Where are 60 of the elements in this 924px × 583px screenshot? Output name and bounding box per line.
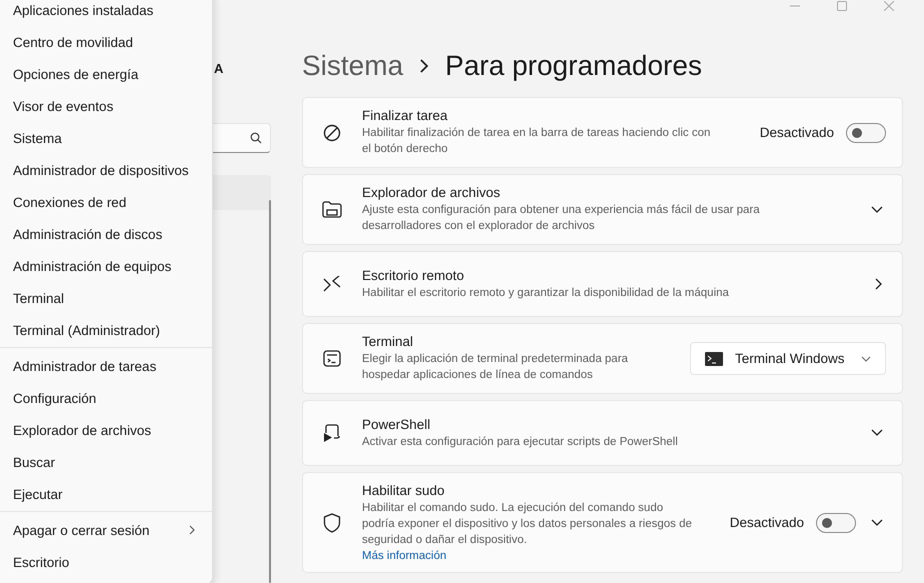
menu-item[interactable]: Administrador de dispositivos — [0, 154, 212, 186]
setting-title: Finalizar tarea — [362, 108, 449, 123]
setting-description: Habilitar el escritorio remoto y garantizar la disponibilidad de la máquina — [362, 286, 730, 300]
setting-title: Terminal — [362, 334, 414, 349]
setting-card[interactable]: Escritorio remoto Habilitar el escritorio remoto y garantizar la disponibilidad de la máquina — [302, 251, 903, 317]
menu-item[interactable]: Administración de equipos — [0, 250, 212, 282]
remote-arrows-icon — [323, 276, 341, 292]
setting-card[interactable]: Finalizar tarea Habilitar finalización de tarea en la barra de tareas haciendo clic con el botón derecho Desactivado — [302, 97, 903, 168]
setting-description: Activar esta configuración para ejecutar scripts de PowerShell — [362, 434, 679, 450]
scrollbar[interactable] — [269, 200, 271, 583]
menu-item[interactable]: Opciones de energía — [0, 58, 212, 90]
chevron-down-icon[interactable] — [871, 429, 883, 437]
menu-item[interactable]: Sistema — [0, 122, 212, 154]
menu-item[interactable]: Ejecutar — [0, 478, 212, 510]
toggle-switch[interactable] — [846, 122, 886, 142]
breadcrumb-item: Para programadores — [445, 50, 702, 82]
terminal-icon — [323, 350, 341, 367]
menu-item[interactable]: Aplicaciones instaladas — [0, 0, 212, 26]
menu-item[interactable]: Terminal (Administrador) — [0, 314, 212, 346]
menu-item[interactable]: Configuración — [0, 382, 212, 414]
menu-item[interactable]: Visor de eventos — [0, 90, 212, 122]
setting-description: Elegir la aplicación de terminal predeterminada para hospedar aplicaciones de línea de comandos — [362, 352, 629, 383]
breadcrumb-item[interactable]: Sistema — [302, 50, 404, 82]
terminal-dropdown[interactable]: Terminal Windows — [690, 342, 886, 375]
setting-title: Escritorio remoto — [362, 268, 466, 282]
powershell-icon — [322, 424, 342, 442]
caret-icon — [861, 356, 871, 362]
menu-item[interactable]: Terminal — [0, 282, 212, 314]
setting-title: Habilitar sudo — [362, 483, 446, 498]
menu-item[interactable]: Buscar — [0, 446, 212, 478]
shield-icon — [323, 512, 341, 532]
setting-title: Explorador de archivos — [362, 185, 502, 200]
more-info-link[interactable]: Más información — [362, 550, 446, 562]
menu-item[interactable]: Apagar o cerrar sesión — [0, 514, 212, 546]
menu-item[interactable]: Administración de discos — [0, 218, 212, 250]
setting-card[interactable]: PowerShell Activar esta configuración para ejecutar scripts de PowerShell — [302, 400, 903, 466]
chevron-icon — [419, 58, 430, 74]
setting-card[interactable]: Habilitar sudo Habilitar el comando sudo. La ejecución del comando sudo podría exponer el dispositivo y los datos personales a riesgos de seguridad o dañar el dispositivo. Más información Desactivado — [302, 472, 903, 573]
setting-card[interactable]: Explorador de archivos Ajuste esta configuración para obtener una experiencia más fácil de usar para desarrolladores con el explorador de archivos — [302, 174, 903, 245]
menu-item[interactable]: Conexiones de red — [0, 186, 212, 218]
chevron-right-icon[interactable] — [875, 278, 883, 290]
user-name: A — [214, 61, 224, 76]
chevron-down-icon[interactable] — [871, 518, 883, 526]
toggle-state-label: Desactivado — [730, 515, 804, 530]
toggle-state-label: Desactivado — [760, 125, 834, 140]
menu-item[interactable]: Administrador de tareas — [0, 350, 212, 382]
menu-item[interactable]: Centro de movilidad — [0, 26, 212, 58]
setting-title: PowerShell — [362, 416, 432, 432]
chevron-down-icon[interactable] — [871, 206, 883, 214]
terminal-app-icon — [705, 352, 723, 366]
setting-description: Habilitar el comando sudo. La ejecución del comando sudo podría exponer el dispositivo y los datos personales a riesgos de seguridad o dañar el dispositivo. — [362, 501, 692, 548]
folder-icon — [322, 201, 342, 218]
blocked-icon — [323, 124, 341, 142]
menu-item[interactable]: Explorador de archivos — [0, 414, 212, 446]
setting-card[interactable]: Terminal Elegir la aplicación de terminal predeterminada para hospedar aplicaciones de línea de comandos Terminal Windows — [302, 323, 903, 394]
setting-description: Ajuste esta configuración para obtener una experiencia más fácil de usar para desarrolladores con el explorador de archivos — [362, 203, 761, 234]
setting-description: Habilitar finalización de tarea en la barra de tareas haciendo clic con el botón derecho — [362, 126, 712, 157]
menu-item[interactable]: Escritorio — [0, 546, 212, 578]
search-icon — [250, 132, 262, 144]
toggle-switch[interactable] — [816, 512, 856, 532]
